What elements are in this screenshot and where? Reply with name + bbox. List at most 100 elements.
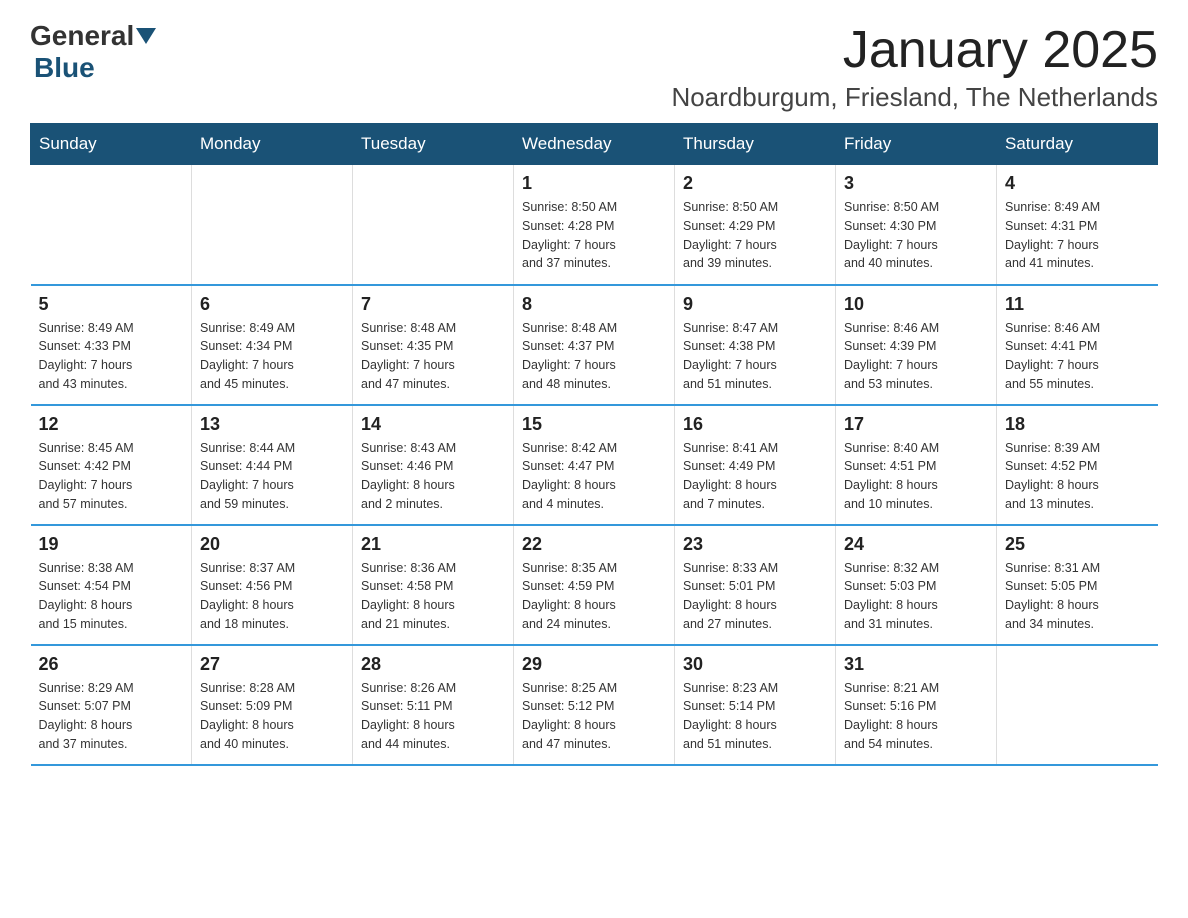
day-cell: 29 Sunrise: 8:25 AM Sunset: 5:12 PM Dayli…: [514, 645, 675, 765]
day-info: Sunrise: 8:26 AM Sunset: 5:11 PM Dayligh…: [361, 679, 505, 754]
day-number: 3: [844, 173, 988, 194]
day-cell: 5Sunrise: 8:49 AM Sunset: 4:33 PM Daylig…: [31, 285, 192, 405]
day-number: 8: [522, 294, 666, 315]
day-info: Sunrise: 8:25 AM Sunset: 5:12 PM Dayligh…: [522, 679, 666, 754]
calendar-header: SundayMondayTuesdayWednesdayThursdayFrid…: [31, 124, 1158, 165]
day-number: 14: [361, 414, 505, 435]
calendar-body: 1 Sunrise: 8:50 AM Sunset: 4:28 PM Daylig…: [31, 165, 1158, 765]
logo-triangle-icon: [136, 28, 156, 44]
day-cell: [997, 645, 1158, 765]
day-cell: 23 Sunrise: 8:33 AM Sunset: 5:01 PM Dayli…: [675, 525, 836, 645]
day-cell: 8Sunrise: 8:48 AM Sunset: 4:37 PM Daylig…: [514, 285, 675, 405]
day-number: 16: [683, 414, 827, 435]
logo: General Blue: [30, 20, 158, 84]
day-number: 13: [200, 414, 344, 435]
day-number: 7: [361, 294, 505, 315]
header-cell-friday: Friday: [836, 124, 997, 165]
week-row-1: 1 Sunrise: 8:50 AM Sunset: 4:28 PM Daylig…: [31, 165, 1158, 285]
day-cell: [31, 165, 192, 285]
day-info: Sunrise: 8:31 AM Sunset: 5:05 PM Dayligh…: [1005, 559, 1150, 634]
day-info: Sunrise: 8:35 AM Sunset: 4:59 PM Dayligh…: [522, 559, 666, 634]
day-cell: [192, 165, 353, 285]
day-cell: 9 Sunrise: 8:47 AM Sunset: 4:38 PM Daylig…: [675, 285, 836, 405]
day-number: 20: [200, 534, 344, 555]
day-info: Sunrise: 8:32 AM Sunset: 5:03 PM Dayligh…: [844, 559, 988, 634]
week-row-3: 12 Sunrise: 8:45 AM Sunset: 4:42 PM Dayli…: [31, 405, 1158, 525]
day-number: 30: [683, 654, 827, 675]
day-info: Sunrise: 8:45 AM Sunset: 4:42 PM Dayligh…: [39, 439, 184, 514]
day-cell: 24 Sunrise: 8:32 AM Sunset: 5:03 PM Dayli…: [836, 525, 997, 645]
day-info: Sunrise: 8:38 AM Sunset: 4:54 PM Dayligh…: [39, 559, 184, 634]
day-info: Sunrise: 8:39 AM Sunset: 4:52 PM Dayligh…: [1005, 439, 1150, 514]
day-cell: 30 Sunrise: 8:23 AM Sunset: 5:14 PM Dayli…: [675, 645, 836, 765]
header-cell-wednesday: Wednesday: [514, 124, 675, 165]
day-cell: 13 Sunrise: 8:44 AM Sunset: 4:44 PM Dayli…: [192, 405, 353, 525]
day-cell: 20 Sunrise: 8:37 AM Sunset: 4:56 PM Dayli…: [192, 525, 353, 645]
day-number: 10: [844, 294, 988, 315]
day-number: 23: [683, 534, 827, 555]
day-cell: 17 Sunrise: 8:40 AM Sunset: 4:51 PM Dayli…: [836, 405, 997, 525]
day-info: Sunrise: 8:29 AM Sunset: 5:07 PM Dayligh…: [39, 679, 184, 754]
week-row-5: 26 Sunrise: 8:29 AM Sunset: 5:07 PM Dayli…: [31, 645, 1158, 765]
day-number: 1: [522, 173, 666, 194]
day-info: Sunrise: 8:49 AM Sunset: 4:33 PM Dayligh…: [39, 319, 184, 394]
day-info: Sunrise: 8:40 AM Sunset: 4:51 PM Dayligh…: [844, 439, 988, 514]
location-title: Noardburgum, Friesland, The Netherlands: [671, 82, 1158, 113]
day-number: 27: [200, 654, 344, 675]
day-number: 21: [361, 534, 505, 555]
day-number: 11: [1005, 294, 1150, 315]
day-number: 15: [522, 414, 666, 435]
day-cell: 11Sunrise: 8:46 AM Sunset: 4:41 PM Dayli…: [997, 285, 1158, 405]
day-cell: 10Sunrise: 8:46 AM Sunset: 4:39 PM Dayli…: [836, 285, 997, 405]
day-cell: 28 Sunrise: 8:26 AM Sunset: 5:11 PM Dayli…: [353, 645, 514, 765]
day-cell: [353, 165, 514, 285]
day-cell: 18 Sunrise: 8:39 AM Sunset: 4:52 PM Dayli…: [997, 405, 1158, 525]
day-info: Sunrise: 8:37 AM Sunset: 4:56 PM Dayligh…: [200, 559, 344, 634]
day-number: 17: [844, 414, 988, 435]
day-cell: 16 Sunrise: 8:41 AM Sunset: 4:49 PM Dayli…: [675, 405, 836, 525]
day-info: Sunrise: 8:49 AM Sunset: 4:34 PM Dayligh…: [200, 319, 344, 394]
header: General Blue January 2025 Noardburgum, F…: [30, 20, 1158, 113]
header-cell-tuesday: Tuesday: [353, 124, 514, 165]
day-info: Sunrise: 8:33 AM Sunset: 5:01 PM Dayligh…: [683, 559, 827, 634]
day-number: 18: [1005, 414, 1150, 435]
logo-text: General: [30, 20, 158, 52]
day-info: Sunrise: 8:42 AM Sunset: 4:47 PM Dayligh…: [522, 439, 666, 514]
day-info: Sunrise: 8:44 AM Sunset: 4:44 PM Dayligh…: [200, 439, 344, 514]
day-number: 22: [522, 534, 666, 555]
day-number: 24: [844, 534, 988, 555]
day-info: Sunrise: 8:47 AM Sunset: 4:38 PM Dayligh…: [683, 319, 827, 394]
day-info: Sunrise: 8:49 AM Sunset: 4:31 PM Dayligh…: [1005, 198, 1150, 273]
day-info: Sunrise: 8:50 AM Sunset: 4:30 PM Dayligh…: [844, 198, 988, 273]
day-number: 25: [1005, 534, 1150, 555]
day-number: 9: [683, 294, 827, 315]
day-number: 29: [522, 654, 666, 675]
day-cell: 21 Sunrise: 8:36 AM Sunset: 4:58 PM Dayli…: [353, 525, 514, 645]
day-info: Sunrise: 8:50 AM Sunset: 4:29 PM Dayligh…: [683, 198, 827, 273]
day-number: 2: [683, 173, 827, 194]
day-info: Sunrise: 8:41 AM Sunset: 4:49 PM Dayligh…: [683, 439, 827, 514]
day-number: 28: [361, 654, 505, 675]
day-info: Sunrise: 8:23 AM Sunset: 5:14 PM Dayligh…: [683, 679, 827, 754]
day-cell: 14 Sunrise: 8:43 AM Sunset: 4:46 PM Dayli…: [353, 405, 514, 525]
day-number: 12: [39, 414, 184, 435]
day-cell: 15 Sunrise: 8:42 AM Sunset: 4:47 PM Dayli…: [514, 405, 675, 525]
header-cell-sunday: Sunday: [31, 124, 192, 165]
day-number: 6: [200, 294, 344, 315]
day-cell: 22 Sunrise: 8:35 AM Sunset: 4:59 PM Dayli…: [514, 525, 675, 645]
day-info: Sunrise: 8:36 AM Sunset: 4:58 PM Dayligh…: [361, 559, 505, 634]
day-cell: 26 Sunrise: 8:29 AM Sunset: 5:07 PM Dayli…: [31, 645, 192, 765]
week-row-2: 5Sunrise: 8:49 AM Sunset: 4:33 PM Daylig…: [31, 285, 1158, 405]
day-info: Sunrise: 8:50 AM Sunset: 4:28 PM Dayligh…: [522, 198, 666, 273]
day-info: Sunrise: 8:43 AM Sunset: 4:46 PM Dayligh…: [361, 439, 505, 514]
day-number: 19: [39, 534, 184, 555]
header-cell-thursday: Thursday: [675, 124, 836, 165]
day-number: 26: [39, 654, 184, 675]
day-cell: 19 Sunrise: 8:38 AM Sunset: 4:54 PM Dayli…: [31, 525, 192, 645]
day-cell: 25 Sunrise: 8:31 AM Sunset: 5:05 PM Dayli…: [997, 525, 1158, 645]
day-cell: 31Sunrise: 8:21 AM Sunset: 5:16 PM Dayli…: [836, 645, 997, 765]
logo-blue: Blue: [34, 52, 95, 83]
day-cell: 6 Sunrise: 8:49 AM Sunset: 4:34 PM Daylig…: [192, 285, 353, 405]
day-cell: 2 Sunrise: 8:50 AM Sunset: 4:29 PM Daylig…: [675, 165, 836, 285]
header-cell-saturday: Saturday: [997, 124, 1158, 165]
